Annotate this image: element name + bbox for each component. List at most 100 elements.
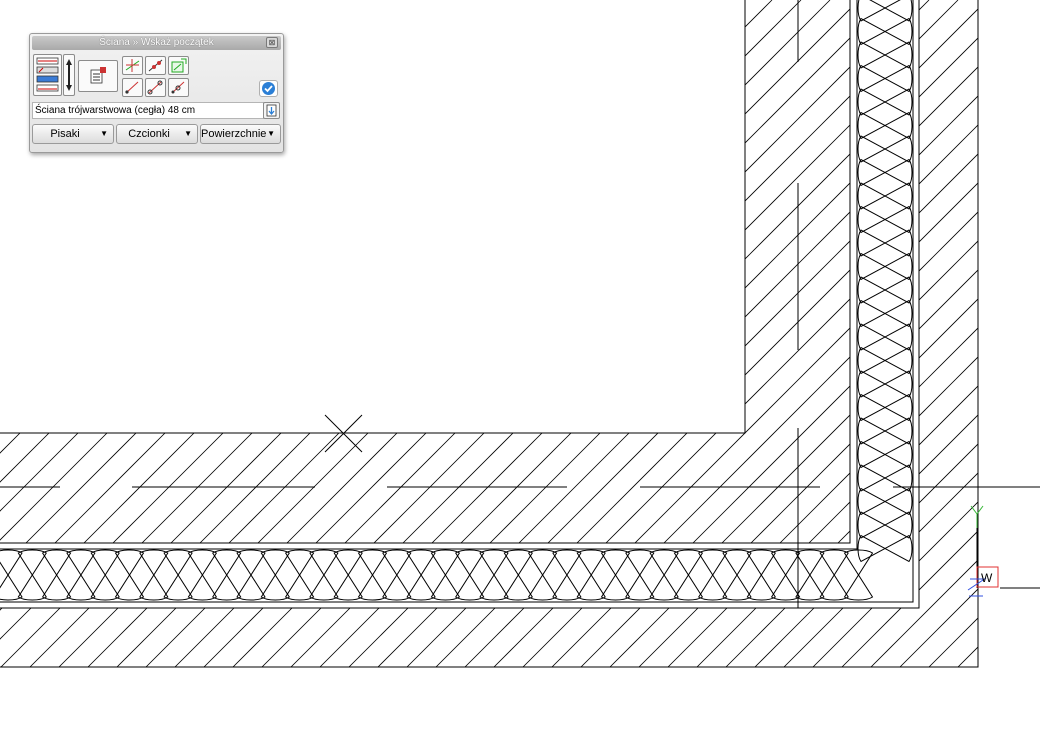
flip-arrows-icon[interactable] <box>63 54 75 96</box>
chevron-down-icon: ▼ <box>184 129 192 138</box>
hatch-line <box>1010 0 1040 736</box>
insulation-loop <box>857 276 913 304</box>
hatch-line <box>0 0 2 667</box>
hatch-line <box>649 0 850 543</box>
insulation-loop <box>857 64 913 93</box>
fonts-dropdown[interactable]: Czcionki ▼ <box>116 124 198 144</box>
insulation-loop <box>527 549 558 601</box>
hatch-line <box>284 0 978 667</box>
hatch-line <box>864 0 978 667</box>
insulation-loop <box>114 549 145 601</box>
insulation-loop <box>479 549 509 601</box>
hatch-line <box>330 0 850 543</box>
snap-end-icon[interactable] <box>145 78 166 97</box>
insulation-loop <box>406 549 436 601</box>
insulation-loop <box>698 549 728 601</box>
snap-start-icon[interactable] <box>122 78 143 97</box>
insulation-loop <box>857 393 913 422</box>
hatch-line <box>388 0 850 543</box>
hatch-line <box>458 0 978 667</box>
insulation-loop <box>857 88 913 116</box>
insulation-loop <box>163 549 193 601</box>
insulation-loop <box>857 534 913 563</box>
insulation-loop <box>66 549 96 601</box>
hatch-line <box>562 0 850 543</box>
wall-properties-icon[interactable] <box>78 60 118 92</box>
insulation-loop <box>600 549 631 601</box>
insulation-loop <box>857 135 913 163</box>
hatch-line <box>0 0 19 543</box>
wall-tool-panel[interactable]: Ściana » Wskaż początek ⊠ Ściana trójwar… <box>29 33 284 153</box>
hatch-line <box>794 0 850 543</box>
snap-middle-icon[interactable] <box>168 78 189 97</box>
insulation-loop <box>503 549 533 601</box>
hatch-line <box>823 0 850 543</box>
hatch-line <box>545 0 978 667</box>
insulation-loop <box>857 111 913 140</box>
hatch-line <box>342 0 978 667</box>
hatch-line <box>969 0 1040 736</box>
snap-grid-icon[interactable] <box>168 56 189 75</box>
insulation-loop <box>90 549 120 601</box>
insulation-loop <box>857 41 913 69</box>
snap-line-icon[interactable] <box>145 56 166 75</box>
hatch-line <box>313 0 978 667</box>
hatch-line <box>185 0 850 543</box>
hatch-line <box>719 0 978 667</box>
hatch-line <box>301 0 850 543</box>
insulation-loop <box>857 346 913 375</box>
hatch-line <box>707 0 850 543</box>
hatch-line <box>806 0 978 667</box>
insulation-loop <box>139 549 169 601</box>
hatch-line <box>475 0 850 543</box>
close-icon[interactable]: ⊠ <box>266 37 278 48</box>
insulation-loop <box>857 511 913 539</box>
pens-dropdown-label: Pisaki <box>50 128 80 140</box>
surfaces-dropdown-label: Powierzchnie <box>201 128 267 140</box>
hatch-line <box>591 0 850 543</box>
insulation-loop <box>382 549 412 601</box>
insulation-loop <box>212 549 242 601</box>
insulation-loop <box>17 549 47 601</box>
ucs-w-label: W <box>981 571 993 585</box>
insulation-loop <box>41 549 72 601</box>
insulation-loop <box>576 549 606 601</box>
chevron-down-icon: ▼ <box>267 129 275 138</box>
hatch-line <box>922 0 978 667</box>
insulation-loop <box>284 549 315 601</box>
checkmark-icon[interactable] <box>259 80 278 97</box>
surfaces-dropdown[interactable]: Powierzchnie ▼ <box>200 124 281 144</box>
pens-dropdown[interactable]: Pisaki ▼ <box>32 124 114 144</box>
insulation-loop <box>649 549 679 601</box>
hatch-line <box>998 0 1040 736</box>
insulation-loop <box>795 549 825 601</box>
insulation-loop <box>857 182 913 210</box>
insulation-loop <box>746 549 776 601</box>
hatch-line <box>371 0 978 667</box>
insulation-loop <box>333 549 363 601</box>
insulation-loop <box>430 549 461 601</box>
insulation-loop <box>857 252 913 281</box>
wall-pick-icon[interactable] <box>263 102 280 119</box>
insulation-loop <box>357 549 388 601</box>
hatch-line <box>853 0 1040 736</box>
panel-title[interactable]: Ściana » Wskaż początek <box>32 36 281 50</box>
snap-point-icon[interactable] <box>122 56 143 75</box>
hatch-line <box>417 0 850 543</box>
hatch-line <box>0 0 31 667</box>
insulation-loop <box>857 229 913 257</box>
insulation-loop <box>857 0 913 22</box>
insulation-loop <box>857 299 913 328</box>
insulation-loop <box>857 158 913 187</box>
hatch-line <box>1027 0 1040 736</box>
hatch-line <box>661 0 978 667</box>
wall-type-field[interactable]: Ściana trójwarstwowa (cegła) 48 cm <box>32 102 264 119</box>
hatch-line <box>678 0 850 543</box>
insulation-loop <box>857 323 913 351</box>
insulation-loop <box>857 417 913 445</box>
insulation-loop <box>260 549 290 601</box>
hatch-line <box>748 0 978 667</box>
fonts-dropdown-label: Czcionki <box>128 128 170 140</box>
hatch-line <box>736 0 850 543</box>
wall-layers-icon[interactable] <box>33 54 62 96</box>
